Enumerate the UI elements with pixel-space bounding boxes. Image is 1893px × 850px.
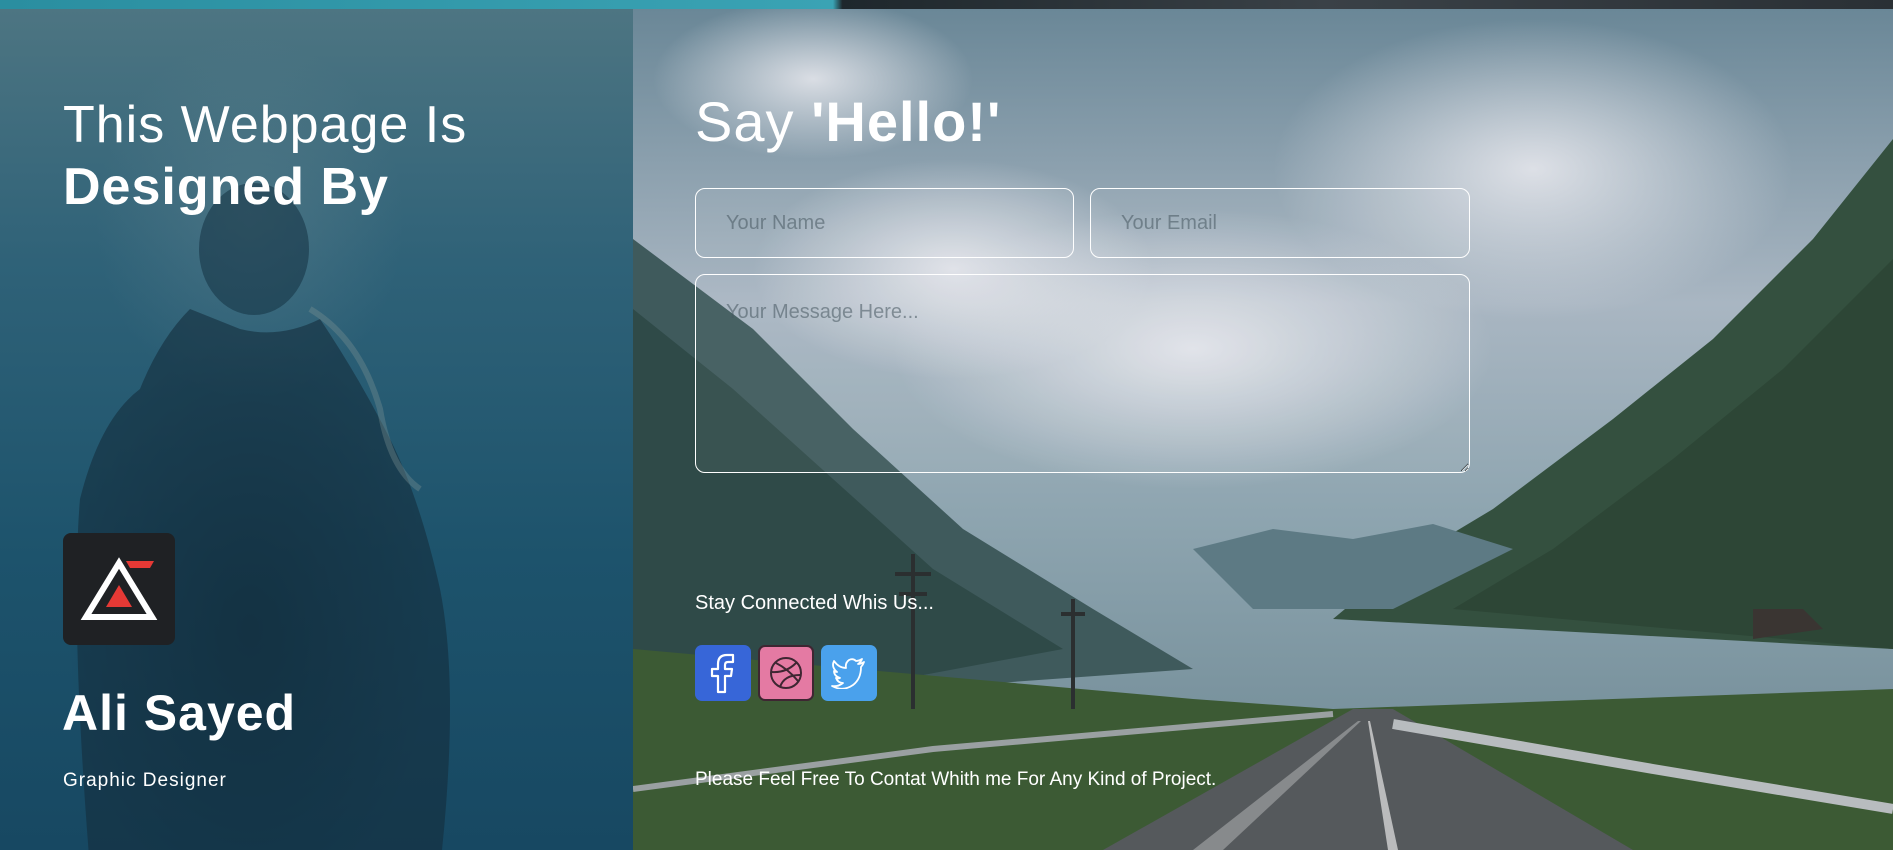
author-name: Ali Sayed — [62, 685, 297, 741]
facebook-button[interactable] — [695, 645, 751, 701]
person-silhouette-image — [76, 183, 450, 850]
author-role: Graphic Designer — [63, 770, 227, 791]
top-strip — [0, 0, 1893, 9]
email-input[interactable] — [1090, 188, 1470, 258]
footer-note: Please Feel Free To Contat Whith me For … — [695, 769, 1217, 790]
triangle-logo-icon — [80, 557, 158, 620]
contact-panel: Say 'Hello!' Stay Connected Whis Us... P… — [633, 9, 1893, 850]
designer-logo — [63, 533, 175, 645]
dribbble-icon — [770, 657, 802, 689]
facebook-icon — [710, 653, 735, 694]
twitter-button[interactable] — [821, 645, 877, 701]
dribbble-button[interactable] — [758, 645, 814, 701]
designed-by-heading: This Webpage Is Designed By — [63, 94, 467, 218]
designed-by-line2: Designed By — [63, 158, 389, 216]
stay-connected-label: Stay Connected Whis Us... — [695, 592, 934, 614]
say-hello-regular: Say — [695, 90, 812, 153]
message-textarea[interactable] — [695, 274, 1470, 473]
designer-panel: This Webpage Is Designed By Ali Sayed Gr… — [0, 9, 633, 850]
say-hello-heading: Say 'Hello!' — [695, 89, 1001, 154]
twitter-icon — [831, 658, 865, 689]
say-hello-bold: 'Hello!' — [811, 90, 1002, 153]
name-input[interactable] — [695, 188, 1074, 258]
designed-by-line1: This Webpage Is — [63, 96, 468, 154]
